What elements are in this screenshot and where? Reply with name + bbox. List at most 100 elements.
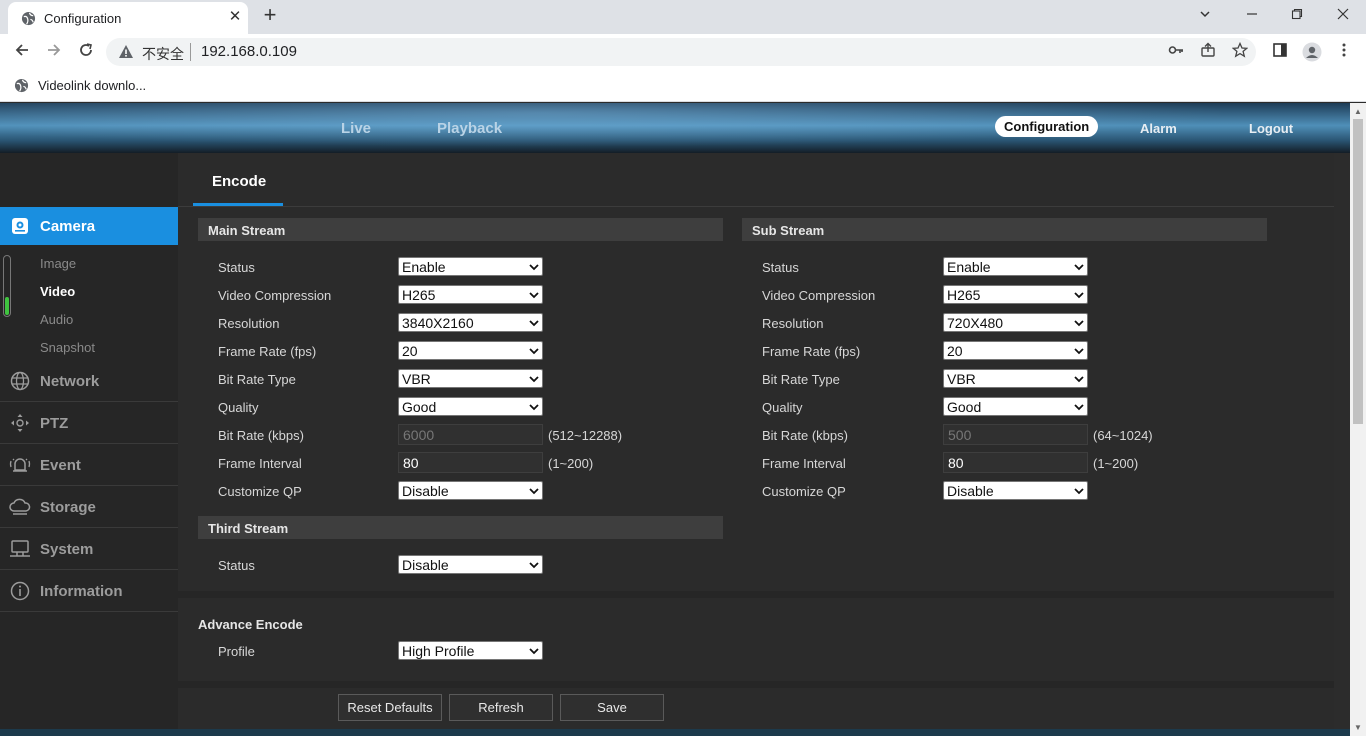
sidebar-network-label: Network [40, 373, 100, 390]
sub-quality-value: Good [947, 399, 982, 415]
browser-menu-icon[interactable] [1334, 42, 1354, 62]
chevron-down-icon [529, 648, 539, 655]
nav-live[interactable]: Live [341, 120, 371, 137]
insecure-label[interactable]: 不安全 [142, 44, 184, 64]
main-video-compression-select[interactable]: H265 [398, 285, 543, 304]
sidebar-item-information[interactable]: Information [0, 570, 178, 612]
main-resolution-label: Resolution [218, 316, 280, 331]
sidebar-item-ptz[interactable]: PTZ [0, 402, 178, 444]
chevron-down-icon [1074, 348, 1084, 355]
side-panel-icon[interactable] [1270, 42, 1290, 62]
scrollbar-thumb[interactable] [1353, 119, 1363, 424]
network-globe-icon [10, 371, 30, 391]
sidebar-storage-label: Storage [40, 499, 96, 516]
chevron-down-icon [1074, 488, 1084, 495]
scroll-up-icon[interactable]: ▲ [1354, 107, 1362, 116]
sub-frame-rate-select[interactable]: 20 [943, 341, 1088, 360]
back-arrow-icon[interactable] [10, 40, 34, 64]
sub-bit-rate-type-select[interactable]: VBR [943, 369, 1088, 388]
address-bar[interactable]: 不安全 192.168.0.109 [106, 38, 1256, 66]
url-text[interactable]: 192.168.0.109 [201, 43, 297, 60]
browser-tab[interactable]: Configuration ✕ [8, 2, 248, 34]
sub-frame-interval-input[interactable]: 80 [943, 452, 1088, 473]
main-frame-rate-select[interactable]: 20 [398, 341, 543, 360]
main-bit-rate-input[interactable]: 6000 [398, 424, 543, 445]
main-frame-rate-value: 20 [402, 343, 418, 359]
nav-alarm[interactable]: Alarm [1140, 121, 1177, 136]
sub-quality-select[interactable]: Good [943, 397, 1088, 416]
new-tab-button[interactable]: + [258, 4, 282, 28]
sidebar-sub-snapshot[interactable]: Snapshot [40, 340, 95, 355]
third-status-select[interactable]: Disable [398, 555, 543, 574]
sidebar-sub-image[interactable]: Image [40, 256, 76, 271]
sidebar-item-system[interactable]: System [0, 528, 178, 570]
main-resolution-select[interactable]: 3840X2160 [398, 313, 543, 332]
bookmark-videolink[interactable]: Videolink downlo... [38, 78, 146, 93]
chevron-down-icon [529, 292, 539, 299]
page-scrollbar[interactable]: ▲ ▼ [1350, 103, 1366, 736]
nav-logout[interactable]: Logout [1249, 121, 1293, 136]
sub-stream-header: Sub Stream [742, 218, 1267, 241]
restore-icon[interactable] [1285, 4, 1309, 26]
sidebar-sub-audio[interactable]: Audio [40, 312, 73, 327]
key-icon[interactable] [1166, 42, 1186, 62]
chevron-down-icon [529, 404, 539, 411]
sub-video-compression-value: H265 [947, 287, 981, 303]
profile-avatar-icon[interactable] [1302, 42, 1322, 62]
profile-select[interactable]: High Profile [398, 641, 543, 660]
tab-close-icon[interactable]: ✕ [226, 8, 244, 26]
sub-status-select[interactable]: Enable [943, 257, 1088, 276]
sidebar-sub-video[interactable]: Video [40, 284, 75, 299]
third-stream-title: Third Stream [208, 521, 289, 536]
warning-icon[interactable] [118, 44, 134, 60]
main-frame-interval-input[interactable]: 80 [398, 452, 543, 473]
tab-search-icon[interactable] [1193, 4, 1217, 26]
main-resolution-value: 3840X2160 [402, 315, 474, 331]
alarm-bell-icon [9, 458, 31, 472]
sub-frame-interval-label: Frame Interval [762, 456, 846, 471]
scroll-down-icon[interactable]: ▼ [1354, 723, 1362, 732]
profile-label: Profile [218, 644, 255, 659]
sidebar-item-network[interactable]: Network [0, 360, 178, 402]
chevron-down-icon [1074, 264, 1084, 271]
main-quality-select[interactable]: Good [398, 397, 543, 416]
sidebar-item-camera[interactable]: Camera [0, 207, 180, 245]
main-frame-interval-label: Frame Interval [218, 456, 302, 471]
sub-video-compression-select[interactable]: H265 [943, 285, 1088, 304]
reload-icon[interactable] [74, 40, 98, 64]
camera-web-app: Live Playback Configuration Alarm Logout… [0, 103, 1350, 736]
bookmark-star-icon[interactable] [1230, 41, 1250, 62]
forward-arrow-icon[interactable] [42, 40, 66, 64]
main-status-select[interactable]: Enable [398, 257, 543, 276]
tab-encode[interactable]: Encode [212, 173, 266, 190]
sub-customize-qp-select[interactable]: Disable [943, 481, 1088, 500]
sidebar-item-storage[interactable]: Storage [0, 486, 178, 528]
main-stream-title: Main Stream [208, 223, 286, 238]
main-bit-rate-type-value: VBR [402, 371, 431, 387]
sub-bit-rate-label: Bit Rate (kbps) [762, 428, 848, 443]
main-customize-qp-select[interactable]: Disable [398, 481, 543, 500]
save-button[interactable]: Save [560, 694, 664, 721]
main-bit-rate-type-select[interactable]: VBR [398, 369, 543, 388]
ptz-arrows-icon [11, 414, 29, 432]
close-window-icon[interactable] [1331, 4, 1355, 26]
third-status-label: Status [218, 558, 255, 573]
refresh-button[interactable]: Refresh [449, 694, 553, 721]
globe-icon [21, 11, 36, 26]
footer-divider [178, 681, 1334, 688]
share-icon[interactable] [1198, 42, 1218, 62]
sidebar-item-event[interactable]: Event [0, 444, 178, 486]
bookmarks-bar: Videolink downlo... [0, 70, 1366, 102]
sub-frame-interval-range: (1~200) [1093, 456, 1139, 471]
nav-playback[interactable]: Playback [437, 120, 502, 137]
sub-bit-rate-input[interactable]: 500 [943, 424, 1088, 445]
minimize-icon[interactable] [1240, 4, 1264, 26]
nav-configuration[interactable]: Configuration [995, 116, 1099, 137]
sub-resolution-select[interactable]: 720X480 [943, 313, 1088, 332]
sidebar-ptz-label: PTZ [40, 415, 69, 432]
reset-defaults-button[interactable]: Reset Defaults [338, 694, 442, 721]
sidebar-system-label: System [40, 541, 94, 558]
encode-panel: Encode Main Stream Status Enable Video C… [178, 153, 1334, 736]
sub-frame-interval-value: 80 [948, 455, 964, 471]
globe-icon [14, 78, 29, 93]
